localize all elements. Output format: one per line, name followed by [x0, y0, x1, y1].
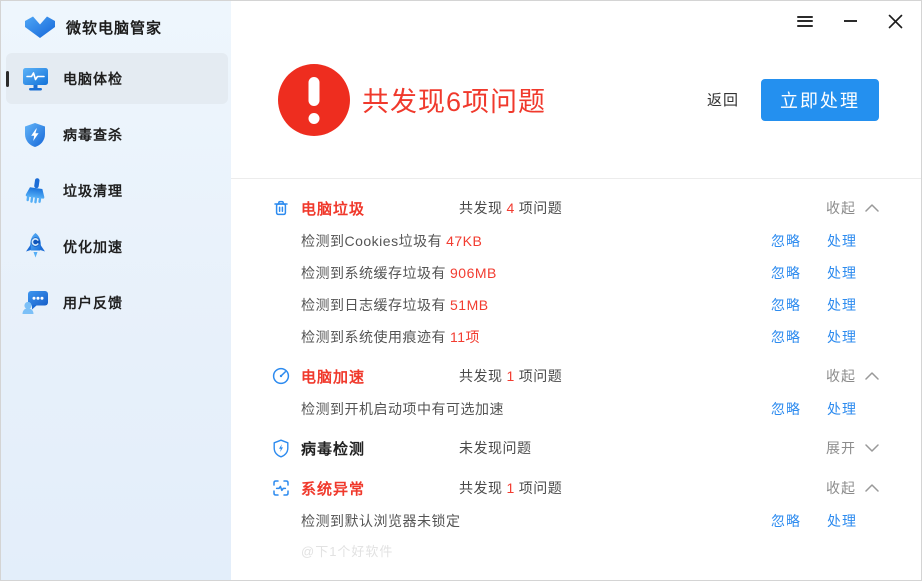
chevron-down-icon: [865, 444, 879, 452]
minimize-dash-icon: [844, 20, 857, 22]
exclamation-icon: [278, 64, 350, 136]
app-logo-row: 微软电脑管家: [1, 1, 231, 53]
sidebar-item-label: 用户反馈: [63, 293, 123, 313]
close-icon[interactable]: [877, 7, 913, 35]
chevron-up-icon: [865, 484, 879, 492]
shield-bolt-filled-icon: [21, 121, 49, 149]
collapse-toggle[interactable]: 收起: [826, 366, 879, 386]
main-panel: 共发现6项问题 返回 立即处理 电脑垃圾 共发现4项问题: [231, 1, 921, 580]
chevron-up-icon: [865, 372, 879, 380]
watermark: @下1个好软件: [271, 541, 879, 560]
section-pc-speedup: 电脑加速 共发现1项问题 收起: [271, 365, 879, 387]
section-title: 电脑加速: [301, 366, 459, 387]
issue-row: 检测到默认浏览器未锁定 忽略 处理: [271, 511, 879, 531]
ignore-link[interactable]: 忽略: [771, 295, 801, 315]
issue-row: 检测到开机启动项中有可选加速 忽略 处理: [271, 399, 879, 419]
section-virus-detect: 病毒检测 未发现问题 展开: [271, 437, 879, 459]
app-window: 微软电脑管家 电脑体检: [0, 0, 922, 581]
collapse-toggle[interactable]: 收起: [826, 198, 879, 218]
handle-link[interactable]: 处理: [827, 263, 857, 283]
section-computer-junk: 电脑垃圾 共发现4项问题 收起: [271, 197, 879, 219]
chevron-up-icon: [865, 204, 879, 212]
sidebar-item-speedup[interactable]: 优化加速: [6, 221, 228, 272]
handle-link[interactable]: 处理: [827, 231, 857, 251]
issue-row: 检测到系统缓存垃圾有906MB 忽略 处理: [271, 263, 879, 283]
ignore-link[interactable]: 忽略: [771, 263, 801, 283]
section-summary: 未发现问题: [459, 438, 540, 458]
issue-row: 检测到Cookies垃圾有47KB 忽略 处理: [271, 231, 879, 251]
sidebar-item-label: 优化加速: [63, 237, 123, 257]
sidebar-nav: 电脑体检 病毒查杀: [1, 53, 231, 328]
ignore-link[interactable]: 忽略: [771, 231, 801, 251]
hamburger-icon: [797, 16, 813, 27]
sidebar-item-cleanup[interactable]: 垃圾清理: [6, 165, 228, 216]
broom-icon: [21, 177, 49, 205]
monitor-pulse-icon: [21, 65, 49, 93]
handle-link[interactable]: 处理: [827, 327, 857, 347]
sidebar-item-label: 电脑体检: [63, 69, 123, 89]
handle-link[interactable]: 处理: [827, 295, 857, 315]
speedometer-icon: [271, 366, 291, 386]
issues-found-title: 共发现6项问题: [362, 80, 546, 119]
fix-now-button[interactable]: 立即处理: [761, 79, 879, 121]
back-button[interactable]: 返回: [707, 89, 739, 110]
collapse-toggle[interactable]: 收起: [826, 478, 879, 498]
scan-pulse-icon: [271, 478, 291, 498]
section-summary: 共发现4项问题: [459, 198, 562, 218]
issues-list: 电脑垃圾 共发现4项问题 收起 检测到Cookies垃圾有47KB 忽略 处理 …: [231, 179, 921, 580]
section-summary: 共发现1项问题: [459, 478, 562, 498]
handle-link[interactable]: 处理: [827, 511, 857, 531]
header-actions: 返回 立即处理: [707, 79, 879, 121]
handle-link[interactable]: 处理: [827, 399, 857, 419]
sidebar-item-label: 垃圾清理: [63, 181, 123, 201]
sidebar-item-label: 病毒查杀: [63, 125, 123, 145]
section-title: 电脑垃圾: [301, 198, 459, 219]
ignore-link[interactable]: 忽略: [771, 327, 801, 347]
minimize-icon[interactable]: [832, 7, 868, 35]
section-system-anomaly: 系统异常 共发现1项问题 收起: [271, 477, 879, 499]
issue-row: 检测到日志缓存垃圾有51MB 忽略 处理: [271, 295, 879, 315]
ignore-link[interactable]: 忽略: [771, 511, 801, 531]
sidebar-item-virus-scan[interactable]: 病毒查杀: [6, 109, 228, 160]
selected-indicator: [6, 71, 9, 87]
sidebar-item-feedback[interactable]: 用户反馈: [6, 277, 228, 328]
app-logo-icon: [23, 15, 57, 39]
shield-bolt-icon: [271, 438, 291, 458]
rocket-icon: [21, 233, 49, 261]
menu-icon[interactable]: [787, 7, 823, 35]
ignore-link[interactable]: 忽略: [771, 399, 801, 419]
sidebar-item-pc-checkup[interactable]: 电脑体检: [6, 53, 228, 104]
window-controls: [778, 7, 913, 35]
issue-row: 检测到系统使用痕迹有11项 忽略 处理: [271, 327, 879, 347]
section-title: 病毒检测: [301, 438, 459, 459]
sidebar: 微软电脑管家 电脑体检: [1, 1, 231, 580]
feedback-chat-icon: [21, 289, 49, 317]
section-title: 系统异常: [301, 478, 459, 499]
expand-toggle[interactable]: 展开: [826, 438, 879, 458]
trash-icon: [271, 198, 291, 218]
app-title: 微软电脑管家: [66, 17, 162, 38]
section-summary: 共发现1项问题: [459, 366, 562, 386]
